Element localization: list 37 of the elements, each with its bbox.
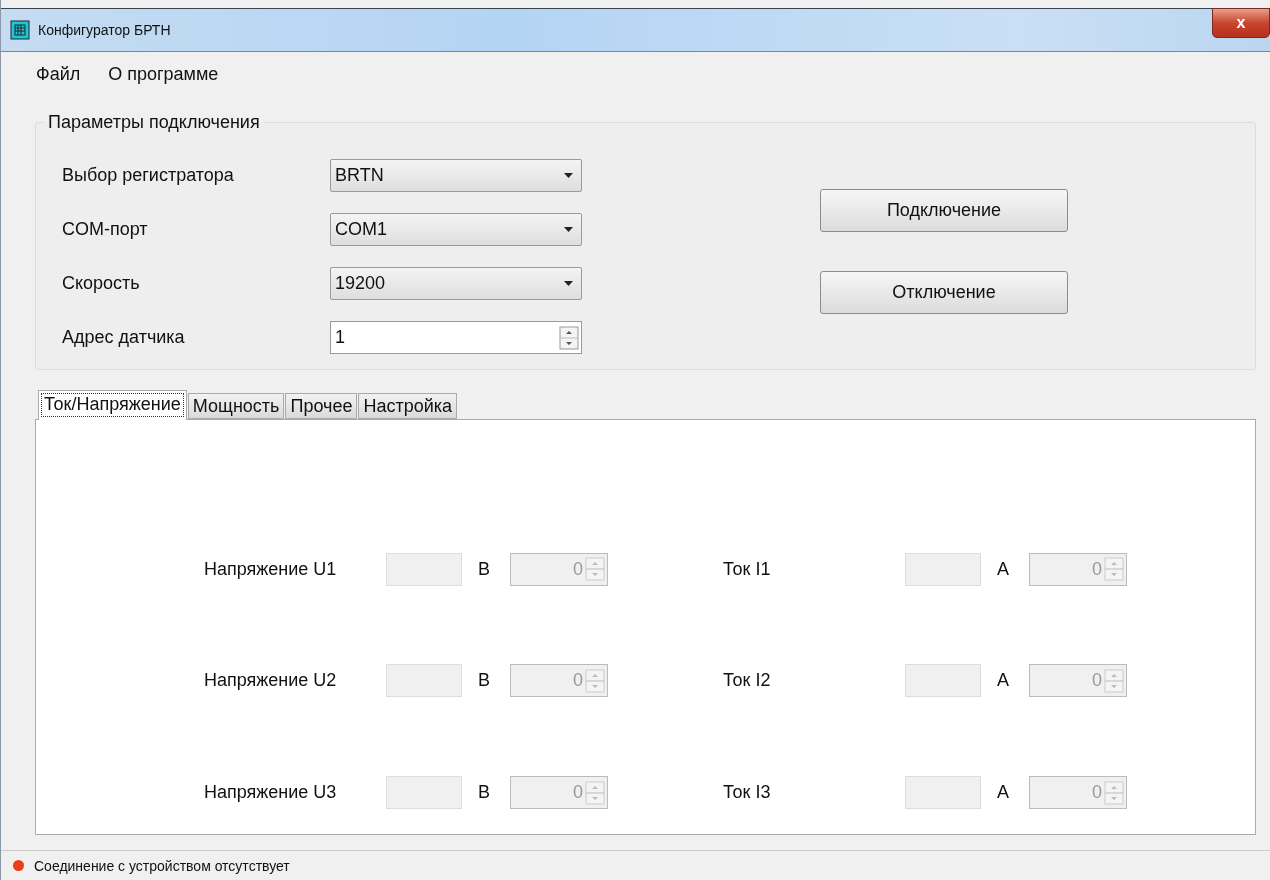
unit-label: В (478, 558, 491, 580)
tab[interactable]: Ток/Напряжение (38, 390, 187, 420)
status-text: Соединение с устройством отсутствует (34, 857, 290, 874)
dropdown[interactable]: 19200 (330, 267, 582, 300)
unit-label: А (997, 670, 1010, 692)
unit-label: В (478, 782, 491, 804)
dropdown[interactable]: BRTN (330, 159, 582, 192)
caret-icon (564, 227, 573, 232)
unit-label: А (997, 558, 1010, 580)
reading-label: Ток I2 (723, 670, 772, 692)
connect-button[interactable]: Подключение (820, 189, 1068, 232)
spin-arrows-icon[interactable] (559, 325, 579, 350)
menu-item[interactable]: О программе (108, 63, 219, 85)
tab[interactable]: Прочее (285, 393, 358, 419)
field-label: Скорость (62, 273, 141, 294)
field-label: COM-порт (62, 219, 149, 240)
tab[interactable]: Настройка (358, 393, 458, 419)
unit-label: В (478, 670, 491, 692)
caret-icon (564, 173, 573, 178)
menu-item[interactable]: Файл (36, 63, 81, 85)
tab[interactable]: Мощность (187, 393, 285, 419)
reading-label: Напряжение U3 (204, 782, 338, 804)
close-button[interactable]: x (1212, 8, 1270, 38)
unit-label: А (997, 782, 1010, 804)
reading-label: Напряжение U2 (204, 670, 338, 692)
caret-icon (564, 281, 573, 286)
reading-label: Ток I1 (723, 558, 772, 580)
spin-field[interactable]: 1 (330, 321, 582, 354)
dropdown[interactable]: COM1 (330, 213, 582, 246)
group-title: Параметры подключения (47, 112, 261, 133)
connect-button[interactable]: Отключение (820, 271, 1068, 314)
app-icon (10, 20, 30, 40)
field-label: Адрес датчика (62, 327, 186, 348)
reading-label: Ток I3 (723, 782, 772, 804)
reading-label: Напряжение U1 (204, 558, 338, 580)
window-title: Конфигуратор БРТН (38, 22, 171, 38)
field-label: Выбор регистратора (62, 165, 235, 186)
